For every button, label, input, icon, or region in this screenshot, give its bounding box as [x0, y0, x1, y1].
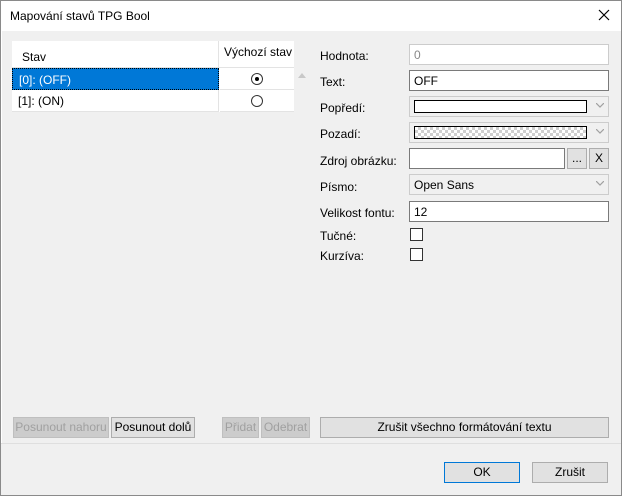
italic-checkbox[interactable]	[410, 248, 423, 261]
font-size-field[interactable]: 12	[409, 201, 609, 222]
foreground-label: Popředí:	[320, 101, 366, 115]
add-button[interactable]: Přidat	[222, 417, 259, 438]
clear-image-button[interactable]: X	[589, 148, 609, 169]
background-color-swatch	[414, 126, 587, 139]
right-panel	[313, 31, 621, 443]
title-bar: Mapování stavů TPG Bool	[1, 1, 621, 31]
default-state-cell[interactable]	[220, 90, 294, 112]
background-label: Pozadí:	[320, 127, 361, 141]
bold-label: Tučné:	[320, 229, 357, 243]
foreground-color-picker[interactable]	[409, 96, 609, 117]
table-row[interactable]: [0]: (OFF)	[12, 68, 294, 90]
chevron-down-icon	[596, 181, 604, 186]
image-source-label: Zdroj obrázku:	[320, 154, 397, 168]
foreground-color-swatch	[414, 100, 587, 113]
chevron-down-icon	[596, 103, 604, 108]
font-select-value: Open Sans	[414, 178, 475, 192]
state-cell[interactable]: [1]: (ON)	[12, 90, 219, 112]
default-state-radio[interactable]	[251, 95, 263, 107]
dialog-footer	[1, 443, 621, 495]
text-label: Text:	[320, 75, 346, 89]
image-source-field[interactable]	[409, 148, 565, 169]
chevron-down-icon	[596, 129, 604, 134]
close-icon	[598, 9, 610, 21]
bold-checkbox[interactable]	[410, 228, 423, 241]
state-grid: Stav Výchozí stav [0]: (OFF) [1]: (ON)	[12, 41, 310, 411]
default-state-cell[interactable]	[220, 68, 294, 90]
window-title: Mapování stavů TPG Bool	[10, 9, 150, 23]
font-size-label: Velikost fontu:	[320, 206, 395, 220]
column-header-default-state[interactable]: Výchozí stav	[220, 41, 294, 68]
table-row[interactable]: [1]: (ON)	[12, 90, 294, 112]
font-label: Písmo:	[320, 180, 358, 194]
move-down-button[interactable]: Posunout dolů	[111, 417, 195, 438]
move-up-button[interactable]: Posunout nahoru	[13, 417, 109, 438]
default-state-radio[interactable]	[251, 73, 263, 85]
remove-button[interactable]: Odebrat	[261, 417, 310, 438]
background-color-picker[interactable]	[409, 122, 609, 143]
italic-label: Kurzíva:	[320, 249, 365, 263]
state-cell[interactable]: [0]: (OFF)	[12, 68, 219, 90]
dialog-window: Mapování stavů TPG Bool Stav Výchozí sta…	[0, 0, 622, 496]
reset-formatting-button[interactable]: Zrušit všechno formátování textu	[320, 417, 609, 438]
text-field[interactable]: OFF	[409, 70, 609, 91]
font-select[interactable]: Open Sans	[409, 174, 609, 195]
cancel-button[interactable]: Zrušit	[532, 462, 608, 483]
browse-image-button[interactable]: ...	[567, 148, 587, 169]
grid-vertical-scrollbar[interactable]	[294, 68, 310, 411]
value-field[interactable]: 0	[409, 44, 609, 65]
column-header-state[interactable]: Stav	[12, 41, 219, 68]
ok-button[interactable]: OK	[444, 462, 520, 483]
grid-header: Stav Výchozí stav	[12, 41, 294, 68]
value-label: Hodnota:	[320, 49, 369, 63]
scroll-up-arrow-icon[interactable]	[298, 73, 306, 78]
close-button[interactable]	[587, 1, 621, 31]
